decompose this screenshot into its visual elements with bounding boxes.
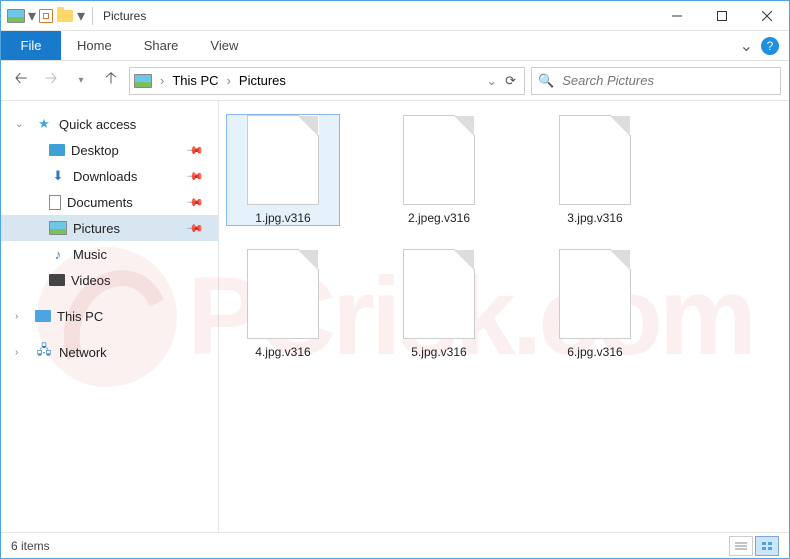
forward-button[interactable]: 🡢 xyxy=(39,69,63,93)
file-icon xyxy=(559,249,631,339)
sidebar-item-videos[interactable]: Videos xyxy=(1,267,218,293)
file-icon xyxy=(403,115,475,205)
breadcrumb-current[interactable]: Pictures xyxy=(239,73,286,88)
sidebar-item-label: Desktop xyxy=(71,143,119,158)
refresh-button[interactable]: ⟳ xyxy=(501,73,520,89)
sidebar-item-downloads[interactable]: ⬇ Downloads 📌 xyxy=(1,163,218,189)
statusbar: 6 items xyxy=(1,532,789,558)
file-tab[interactable]: File xyxy=(1,31,61,60)
file-name: 6.jpg.v316 xyxy=(567,345,622,359)
file-icon xyxy=(247,249,319,339)
navbar: 🡠 🡢 ▾ 🡡 › This PC › Pictures ⌄ ⟳ 🔍 xyxy=(1,61,789,101)
sidebar-network[interactable]: › 🖧 Network xyxy=(1,339,218,365)
sidebar-item-label: Pictures xyxy=(73,221,120,236)
file-pane[interactable]: 1.jpg.v316 2.jpeg.v316 3.jpg.v316 4.jpg.v31… xyxy=(219,101,789,532)
file-name: 2.jpeg.v316 xyxy=(408,211,470,225)
sidebar-item-desktop[interactable]: Desktop 📌 xyxy=(1,137,218,163)
documents-icon xyxy=(49,195,61,210)
sidebar-label: Network xyxy=(59,345,107,360)
sidebar-this-pc[interactable]: › This PC xyxy=(1,303,218,329)
videos-icon xyxy=(49,274,65,286)
desktop-icon xyxy=(49,144,65,156)
pin-icon: 📌 xyxy=(186,193,205,212)
back-button[interactable]: 🡠 xyxy=(9,69,33,93)
up-button[interactable]: 🡡 xyxy=(99,69,123,93)
qat-properties-icon[interactable] xyxy=(39,9,53,23)
tab-home[interactable]: Home xyxy=(61,31,128,60)
chevron-right-icon[interactable]: › xyxy=(156,73,168,88)
sidebar: ⌄ ★ Quick access Desktop 📌 ⬇ Downloads 📌… xyxy=(1,101,219,532)
sidebar-item-documents[interactable]: Documents 📌 xyxy=(1,189,218,215)
pin-icon: 📌 xyxy=(186,141,205,160)
sidebar-item-label: Music xyxy=(73,247,107,262)
location-icon xyxy=(134,72,152,90)
details-view-button[interactable] xyxy=(729,536,753,556)
separator xyxy=(92,7,93,25)
qat-caret-2[interactable]: ▾ xyxy=(77,12,85,20)
close-button[interactable] xyxy=(744,1,789,31)
thumbnails-view-button[interactable] xyxy=(755,536,779,556)
file-icon xyxy=(559,115,631,205)
file-tile[interactable]: 3.jpg.v316 xyxy=(539,115,651,225)
caret-icon[interactable]: ⌄ xyxy=(15,119,23,130)
help-icon[interactable]: ? xyxy=(761,37,779,55)
address-dropdown-icon[interactable]: ⌄ xyxy=(486,73,497,89)
minimize-button[interactable] xyxy=(654,1,699,31)
search-box[interactable]: 🔍 xyxy=(531,67,781,95)
search-icon: 🔍 xyxy=(538,73,554,89)
chevron-right-icon[interactable]: › xyxy=(223,73,235,88)
sidebar-item-label: Documents xyxy=(67,195,133,210)
pin-icon: 📌 xyxy=(186,219,205,238)
file-tile[interactable]: 1.jpg.v316 xyxy=(227,115,339,225)
tab-view[interactable]: View xyxy=(194,31,254,60)
file-name: 3.jpg.v316 xyxy=(567,211,622,225)
window-controls xyxy=(654,1,789,31)
sidebar-item-pictures[interactable]: Pictures 📌 xyxy=(1,215,218,241)
sidebar-quick-access[interactable]: ⌄ ★ Quick access xyxy=(1,111,218,137)
maximize-button[interactable] xyxy=(699,1,744,31)
network-icon: 🖧 xyxy=(35,343,53,361)
qat-folder-icon[interactable] xyxy=(56,7,74,25)
this-pc-icon xyxy=(35,310,51,322)
music-icon: ♪ xyxy=(49,245,67,263)
sidebar-item-music[interactable]: ♪ Music xyxy=(1,241,218,267)
breadcrumb-root[interactable]: This PC xyxy=(172,73,218,88)
downloads-icon: ⬇ xyxy=(49,167,67,185)
tab-share[interactable]: Share xyxy=(128,31,195,60)
sidebar-item-label: Videos xyxy=(71,273,111,288)
file-tile[interactable]: 4.jpg.v316 xyxy=(227,249,339,359)
sidebar-item-label: Downloads xyxy=(73,169,137,184)
file-icon xyxy=(247,115,319,205)
file-tile[interactable]: 2.jpeg.v316 xyxy=(383,115,495,225)
file-tile[interactable]: 5.jpg.v316 xyxy=(383,249,495,359)
caret-icon[interactable]: › xyxy=(15,311,18,322)
window-title: Pictures xyxy=(97,9,146,23)
ribbon-tabs: File Home Share View ⌄ ? xyxy=(1,31,789,61)
sidebar-label: Quick access xyxy=(59,117,136,132)
file-tile[interactable]: 6.jpg.v316 xyxy=(539,249,651,359)
sidebar-label: This PC xyxy=(57,309,103,324)
system-menu-icon[interactable] xyxy=(7,7,25,25)
star-icon: ★ xyxy=(35,115,53,133)
pictures-icon xyxy=(49,219,67,237)
item-count: 6 items xyxy=(11,539,50,553)
qat-caret-1[interactable]: ▾ xyxy=(28,12,36,20)
search-input[interactable] xyxy=(562,73,774,88)
file-name: 1.jpg.v316 xyxy=(255,211,310,225)
caret-icon[interactable]: › xyxy=(15,347,18,358)
pin-icon: 📌 xyxy=(186,167,205,186)
recent-locations-button[interactable]: ▾ xyxy=(69,69,93,93)
titlebar: ▾ ▾ Pictures xyxy=(1,1,789,31)
file-name: 5.jpg.v316 xyxy=(411,345,466,359)
file-icon xyxy=(403,249,475,339)
file-name: 4.jpg.v316 xyxy=(255,345,310,359)
expand-ribbon-icon[interactable]: ⌄ xyxy=(740,36,753,56)
address-bar[interactable]: › This PC › Pictures ⌄ ⟳ xyxy=(129,67,525,95)
